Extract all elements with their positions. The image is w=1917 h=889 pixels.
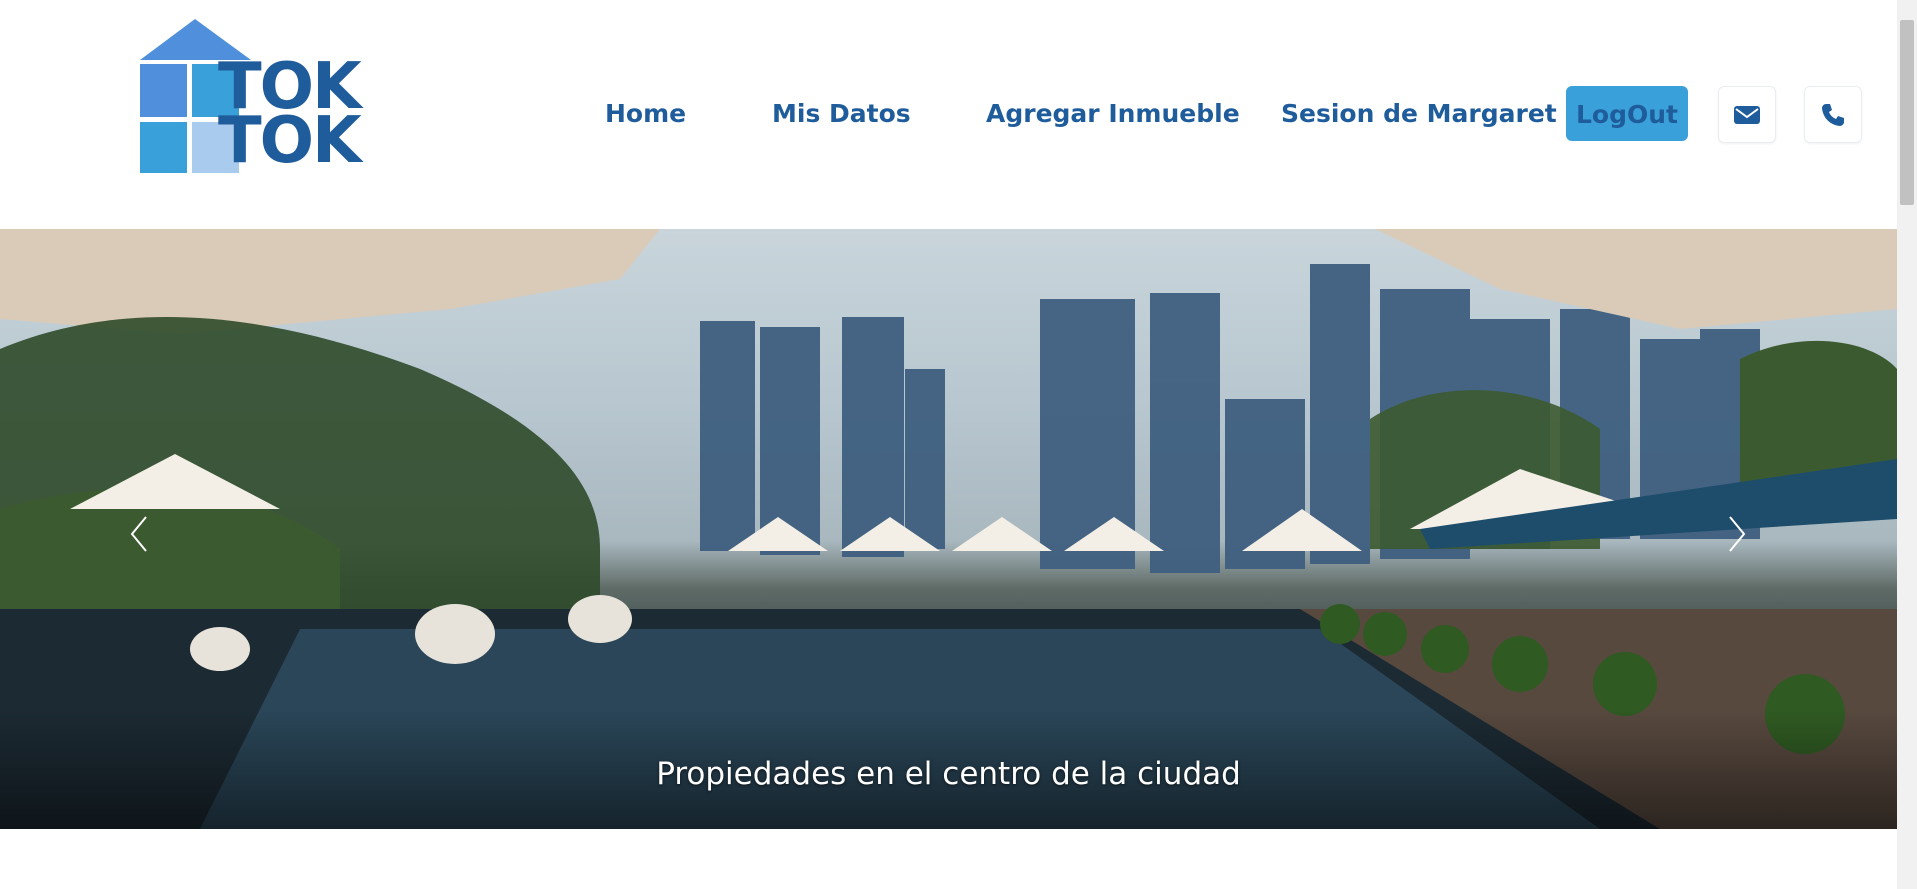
mail-button[interactable]: [1718, 86, 1776, 143]
page-scrollbar[interactable]: [1897, 0, 1917, 889]
chevron-left-icon: [130, 516, 147, 552]
phone-icon: [1822, 103, 1844, 126]
carousel-next-button[interactable]: [1716, 509, 1756, 559]
hero-carousel: Propiedades en el centro de la ciudad: [0, 229, 1897, 829]
chevron-right-icon: [1729, 516, 1746, 552]
site-header: TOK TOK Home Mis Datos Agregar Inmueble …: [0, 0, 1897, 229]
carousel-prev-button[interactable]: [120, 509, 160, 559]
envelope-icon: [1734, 105, 1760, 124]
hero-caption: Propiedades en el centro de la ciudad: [656, 756, 1241, 792]
hero-image: [0, 229, 1897, 829]
scrollbar-thumb[interactable]: [1900, 20, 1914, 205]
nav-mis-datos[interactable]: Mis Datos: [772, 86, 911, 142]
main-nav: Home Mis Datos Agregar Inmueble Sesion d…: [0, 86, 1897, 143]
phone-button[interactable]: [1804, 86, 1862, 143]
nav-agregar-inmueble[interactable]: Agregar Inmueble: [986, 86, 1240, 142]
nav-home[interactable]: Home: [605, 86, 686, 142]
logout-button[interactable]: LogOut: [1566, 86, 1688, 141]
nav-sesion-usuario[interactable]: Sesion de Margaret: [1281, 86, 1557, 142]
